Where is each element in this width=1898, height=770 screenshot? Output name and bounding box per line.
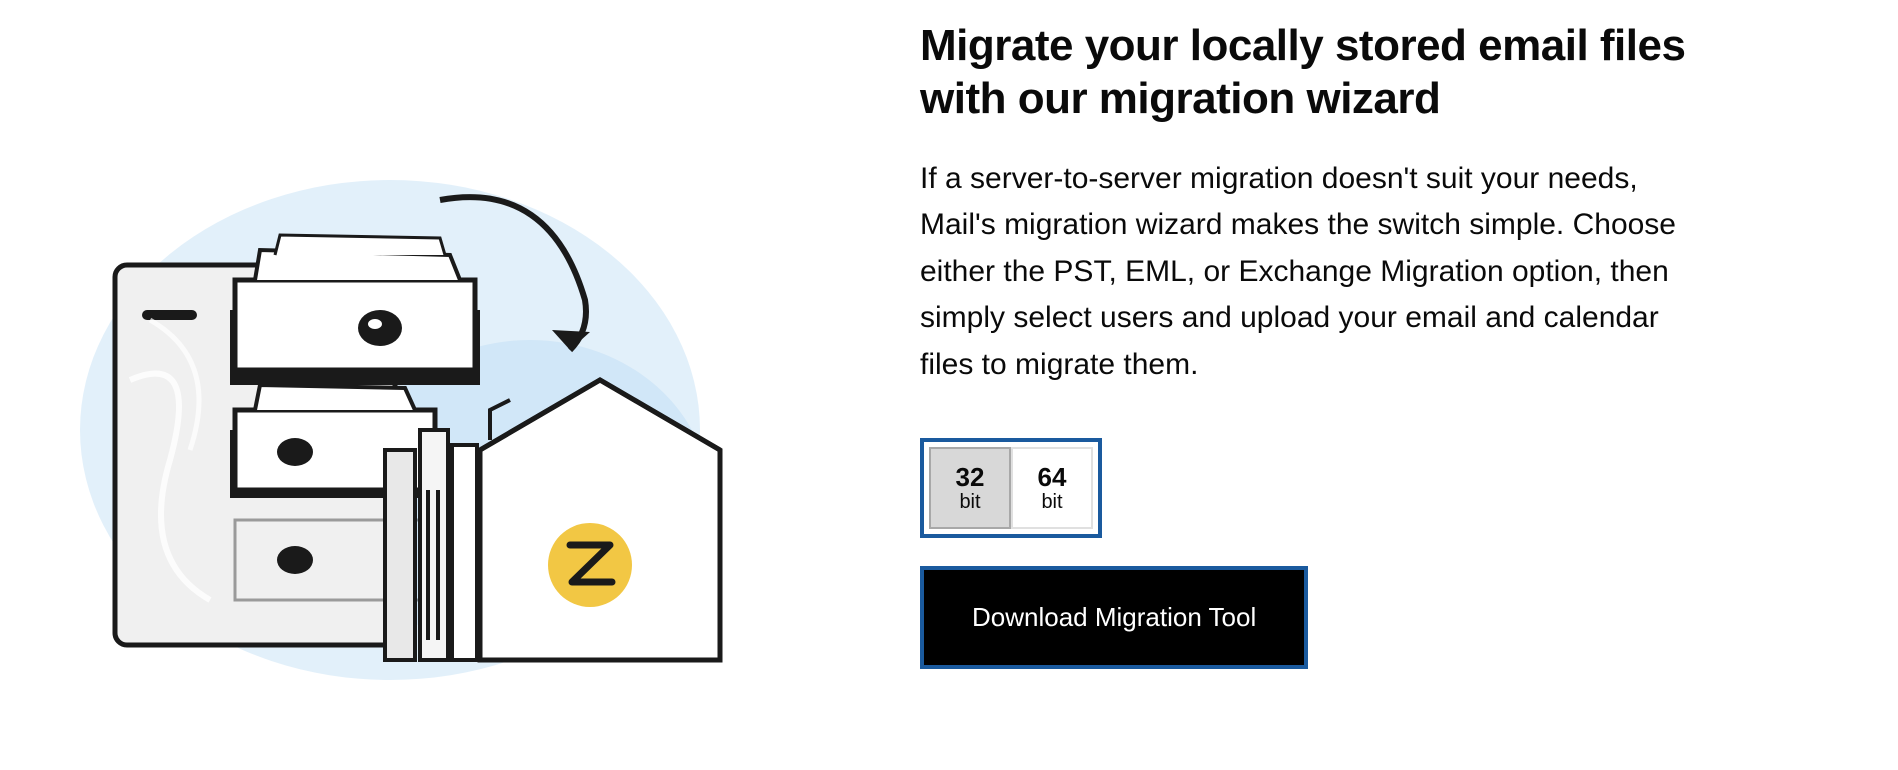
bit-label: bit — [1041, 491, 1062, 514]
body-description: If a server-to-server migration doesn't … — [920, 156, 1698, 389]
bit-option-64[interactable]: 64 bit — [1011, 447, 1093, 529]
bit-number: 32 — [956, 462, 985, 493]
page-heading: Migrate your locally stored email files … — [920, 20, 1698, 126]
download-button[interactable]: Download Migration Tool — [920, 566, 1308, 669]
migration-illustration — [80, 120, 740, 680]
bit-number: 64 — [1038, 462, 1067, 493]
bit-label: bit — [959, 491, 980, 514]
bit-option-32[interactable]: 32 bit — [929, 447, 1011, 529]
illustration-wrapper — [0, 20, 800, 680]
bit-selector: 32 bit 64 bit — [920, 438, 1102, 538]
